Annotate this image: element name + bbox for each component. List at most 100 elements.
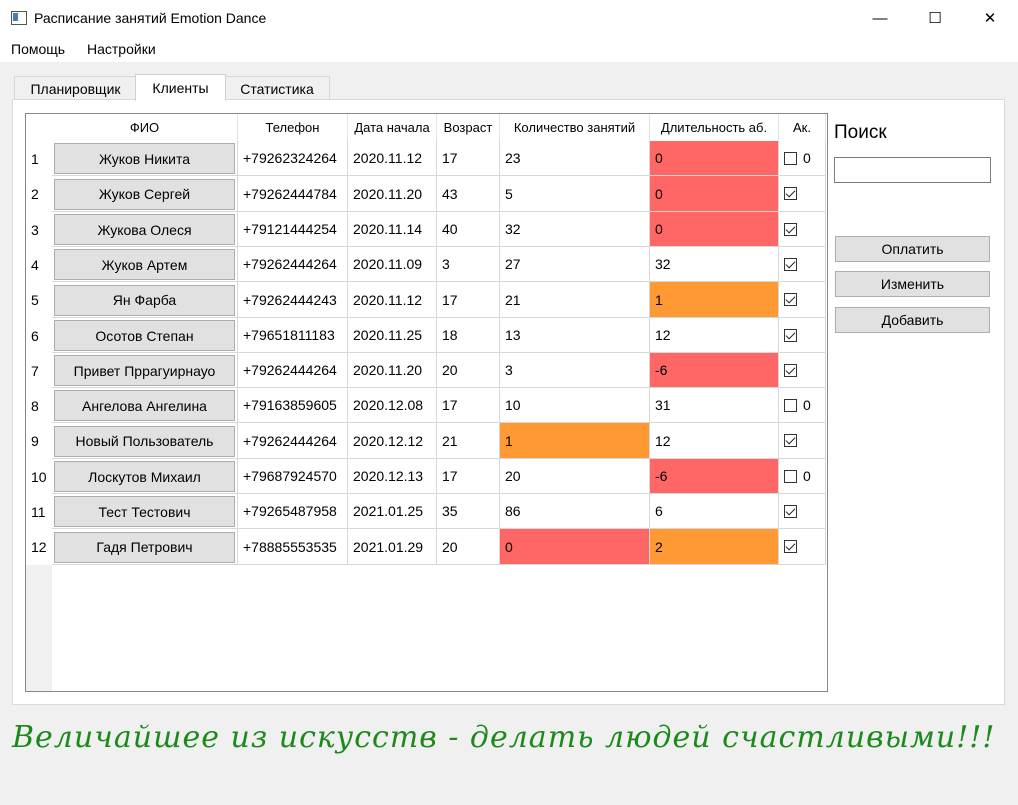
cell-phone[interactable]: +79121444254 xyxy=(238,212,348,247)
menu-help[interactable]: Помощь xyxy=(11,41,65,57)
search-input[interactable] xyxy=(834,157,991,183)
cell-lesson-count[interactable]: 13 xyxy=(500,318,650,353)
cell-start-date[interactable]: 2020.11.12 xyxy=(348,282,437,318)
cell-duration[interactable]: 6 xyxy=(650,494,779,529)
active-checkbox[interactable] xyxy=(784,434,797,447)
clients-table[interactable]: ФИО Телефон Дата начала Возраст Количество з… xyxy=(25,113,828,692)
row-number[interactable]: 10 xyxy=(26,459,52,494)
cell-phone[interactable]: +79262444264 xyxy=(238,423,348,459)
client-name-button[interactable]: Ангелова Ангелина xyxy=(54,390,235,421)
client-name-button[interactable]: Гадя Петрович xyxy=(54,531,235,563)
cell-start-date[interactable]: 2020.11.09 xyxy=(348,247,437,282)
cell-start-date[interactable]: 2021.01.29 xyxy=(348,529,437,565)
cell-fio[interactable]: Жуков Никита xyxy=(52,141,238,176)
active-checkbox[interactable] xyxy=(784,222,797,236)
client-name-button[interactable]: Лоскутов Михаил xyxy=(54,461,235,492)
client-name-button[interactable]: Жукова Олеся xyxy=(54,214,235,245)
active-checkbox[interactable] xyxy=(784,398,797,412)
cell-phone[interactable]: +79163859605 xyxy=(238,388,348,423)
cell-age[interactable]: 17 xyxy=(437,282,500,318)
tab-statistics[interactable]: Статистика xyxy=(224,76,330,100)
cell-lesson-count[interactable]: 27 xyxy=(500,247,650,282)
cell-age[interactable]: 20 xyxy=(437,529,500,565)
cell-phone[interactable]: +79687924570 xyxy=(238,459,348,494)
active-checkbox[interactable] xyxy=(784,504,797,518)
cell-active[interactable]: 0 xyxy=(779,141,826,176)
cell-duration[interactable]: 1 xyxy=(650,282,779,318)
cell-lesson-count[interactable]: 21 xyxy=(500,282,650,318)
cell-start-date[interactable]: 2020.12.12 xyxy=(348,423,437,459)
client-name-button[interactable]: Новый Пользователь xyxy=(54,425,235,457)
cell-fio[interactable]: Привет Пррагуирнауо xyxy=(52,353,238,388)
cell-phone[interactable]: +79262444243 xyxy=(238,282,348,318)
cell-phone[interactable]: +78885553535 xyxy=(238,529,348,565)
row-number[interactable]: 9 xyxy=(26,423,52,459)
cell-duration[interactable]: 32 xyxy=(650,247,779,282)
cell-phone[interactable]: +79262444264 xyxy=(238,247,348,282)
cell-active[interactable] xyxy=(779,318,826,353)
client-name-button[interactable]: Жуков Сергей xyxy=(54,178,235,210)
active-checkbox[interactable] xyxy=(784,293,797,306)
cell-duration[interactable]: 31 xyxy=(650,388,779,423)
cell-duration[interactable]: 0 xyxy=(650,176,779,212)
header-duration[interactable]: Длительность аб. xyxy=(650,114,779,141)
close-button[interactable]: ✕ xyxy=(967,0,1013,36)
client-name-button[interactable]: Тест Тестович xyxy=(54,496,235,527)
row-number[interactable]: 3 xyxy=(26,212,52,247)
cell-fio[interactable]: Ангелова Ангелина xyxy=(52,388,238,423)
cell-duration[interactable]: 12 xyxy=(650,318,779,353)
active-checkbox[interactable] xyxy=(784,151,797,165)
cell-lesson-count[interactable]: 20 xyxy=(500,459,650,494)
row-number[interactable]: 7 xyxy=(26,353,52,388)
cell-duration[interactable]: -6 xyxy=(650,353,779,388)
edit-button[interactable]: Изменить xyxy=(835,271,990,297)
active-checkbox[interactable] xyxy=(784,540,797,553)
cell-start-date[interactable]: 2020.11.20 xyxy=(348,353,437,388)
header-active[interactable]: Ак. xyxy=(779,114,826,141)
cell-lesson-count[interactable]: 32 xyxy=(500,212,650,247)
cell-fio[interactable]: Жукова Олеся xyxy=(52,212,238,247)
row-number[interactable]: 1 xyxy=(26,141,52,176)
client-name-button[interactable]: Жуков Никита xyxy=(54,143,235,174)
cell-active[interactable] xyxy=(779,353,826,388)
cell-phone[interactable]: +79262444264 xyxy=(238,353,348,388)
cell-age[interactable]: 3 xyxy=(437,247,500,282)
cell-phone[interactable]: +79262324264 xyxy=(238,141,348,176)
cell-active[interactable]: 0 xyxy=(779,388,826,423)
cell-fio[interactable]: Гадя Петрович xyxy=(52,529,238,565)
cell-lesson-count[interactable]: 0 xyxy=(500,529,650,565)
cell-lesson-count[interactable]: 86 xyxy=(500,494,650,529)
cell-start-date[interactable]: 2020.11.14 xyxy=(348,212,437,247)
active-checkbox[interactable] xyxy=(784,328,797,342)
cell-phone[interactable]: +79262444784 xyxy=(238,176,348,212)
cell-fio[interactable]: Тест Тестович xyxy=(52,494,238,529)
cell-active[interactable] xyxy=(779,247,826,282)
active-checkbox[interactable] xyxy=(784,187,797,200)
cell-duration[interactable]: 2 xyxy=(650,529,779,565)
cell-age[interactable]: 21 xyxy=(437,423,500,459)
cell-fio[interactable]: Осотов Степан xyxy=(52,318,238,353)
row-number[interactable]: 11 xyxy=(26,494,52,529)
client-name-button[interactable]: Осотов Степан xyxy=(54,320,235,351)
cell-age[interactable]: 40 xyxy=(437,212,500,247)
header-age[interactable]: Возраст xyxy=(437,114,500,141)
cell-active[interactable]: 0 xyxy=(779,459,826,494)
cell-active[interactable] xyxy=(779,423,826,459)
cell-age[interactable]: 17 xyxy=(437,141,500,176)
cell-age[interactable]: 35 xyxy=(437,494,500,529)
cell-duration[interactable]: 0 xyxy=(650,212,779,247)
header-start-date[interactable]: Дата начала xyxy=(348,114,437,141)
cell-duration[interactable]: -6 xyxy=(650,459,779,494)
row-number[interactable]: 8 xyxy=(26,388,52,423)
active-checkbox[interactable] xyxy=(784,257,797,271)
cell-start-date[interactable]: 2021.01.25 xyxy=(348,494,437,529)
pay-button[interactable]: Оплатить xyxy=(835,236,990,262)
minimize-button[interactable]: — xyxy=(857,0,903,36)
cell-duration[interactable]: 0 xyxy=(650,141,779,176)
active-checkbox[interactable] xyxy=(784,469,797,483)
client-name-button[interactable]: Ян Фарба xyxy=(54,284,235,316)
cell-start-date[interactable]: 2020.11.20 xyxy=(348,176,437,212)
row-number[interactable]: 12 xyxy=(26,529,52,565)
maximize-button[interactable]: ☐ xyxy=(912,0,958,36)
cell-lesson-count[interactable]: 1 xyxy=(500,423,650,459)
